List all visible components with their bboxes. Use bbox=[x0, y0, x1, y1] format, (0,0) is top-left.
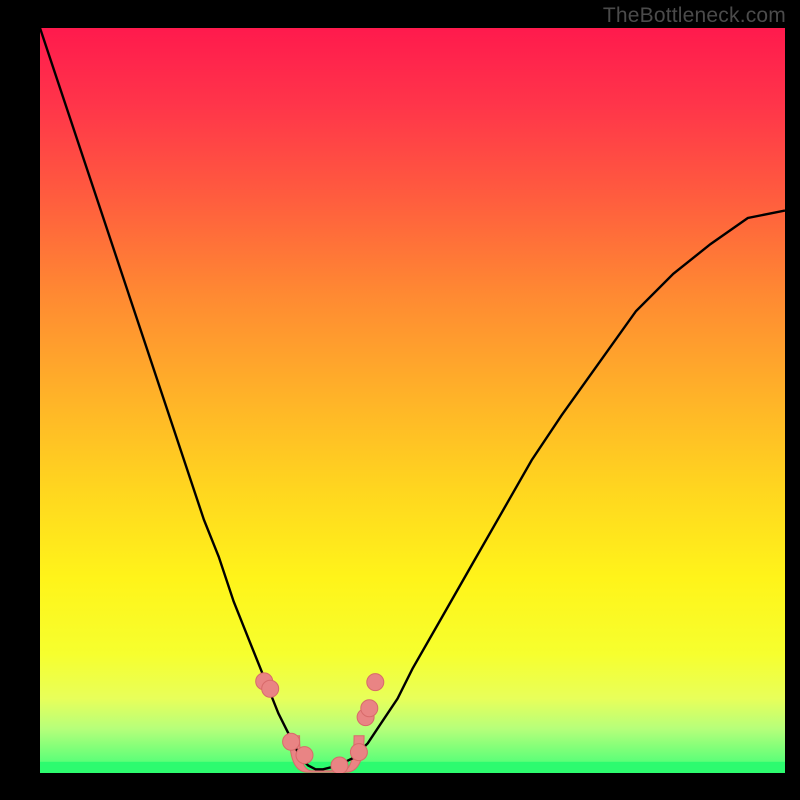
data-marker bbox=[367, 674, 384, 691]
chart-frame: TheBottleneck.com bbox=[0, 0, 800, 800]
data-marker bbox=[283, 733, 300, 750]
data-marker bbox=[361, 700, 378, 717]
data-marker bbox=[331, 757, 348, 773]
data-marker bbox=[296, 747, 313, 764]
plot-area bbox=[40, 28, 785, 773]
data-marker bbox=[350, 744, 367, 761]
chart-svg bbox=[40, 28, 785, 773]
green-band bbox=[40, 762, 785, 773]
data-marker bbox=[262, 680, 279, 697]
data-markers bbox=[256, 673, 384, 773]
curve bbox=[40, 28, 785, 769]
watermark-text: TheBottleneck.com bbox=[603, 4, 786, 28]
